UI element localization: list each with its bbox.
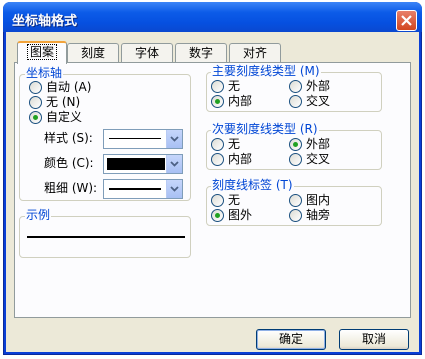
- minor-tick-cross-radio[interactable]: [289, 153, 302, 166]
- axis-custom-label[interactable]: 自定义: [46, 110, 82, 124]
- style-dropdown-arrow[interactable]: [166, 130, 182, 148]
- tick-labels-outside-radio[interactable]: [211, 209, 224, 222]
- major-tick-inside-label[interactable]: 内部: [228, 94, 252, 108]
- minor-tick-outside-radio[interactable]: [289, 138, 302, 151]
- dialog-title: 坐标轴格式: [12, 14, 78, 29]
- axis-custom-radio[interactable]: [29, 111, 42, 124]
- sample-group-title: 示例: [25, 208, 52, 222]
- tick-labels-title: 刻度线标签 (T): [211, 178, 294, 192]
- tick-labels-inside-label[interactable]: 图内: [306, 193, 330, 207]
- tick-labels-inside-radio[interactable]: [289, 194, 302, 207]
- chevron-down-icon: [170, 161, 179, 167]
- minor-tick-cross-label[interactable]: 交叉: [306, 152, 330, 166]
- axis-none-label[interactable]: 无 (N): [46, 95, 80, 109]
- major-tick-none-radio[interactable]: [211, 80, 224, 93]
- axis-group-title: 坐标轴: [25, 66, 64, 80]
- tab-label: 对齐: [242, 46, 267, 60]
- minor-tick-outside-label[interactable]: 外部: [306, 137, 330, 151]
- major-tick-outside-label[interactable]: 外部: [306, 79, 330, 93]
- color-label: 颜色 (C):: [44, 156, 94, 170]
- style-dropdown[interactable]: [103, 129, 183, 149]
- close-button[interactable]: [396, 10, 417, 31]
- tick-labels-nextto-radio[interactable]: [289, 209, 302, 222]
- minor-tick-title: 次要刻度线类型 (R): [211, 122, 319, 136]
- major-tick-outside-radio[interactable]: [289, 80, 302, 93]
- tab-scale[interactable]: 刻度: [67, 43, 119, 63]
- tab-patterns[interactable]: 图案: [17, 41, 67, 64]
- tab-label: 刻度: [80, 46, 105, 60]
- axis-auto-label[interactable]: 自动 (A): [46, 80, 91, 94]
- major-tick-inside-radio[interactable]: [211, 95, 224, 108]
- minor-tick-inside-label[interactable]: 内部: [228, 152, 252, 166]
- sample-line: [27, 236, 185, 238]
- tab-font[interactable]: 字体: [121, 43, 173, 63]
- tick-labels-outside-label[interactable]: 图外: [228, 208, 252, 222]
- chevron-down-icon: [170, 136, 179, 142]
- minor-tick-none-label[interactable]: 无: [228, 137, 240, 151]
- tick-labels-none-label[interactable]: 无: [228, 193, 240, 207]
- color-dropdown-arrow[interactable]: [166, 155, 182, 173]
- minor-tick-inside-radio[interactable]: [211, 153, 224, 166]
- axis-none-radio[interactable]: [29, 96, 42, 109]
- tab-label: 图案: [26, 44, 58, 60]
- major-tick-title: 主要刻度线类型 (M): [211, 64, 321, 78]
- tab-number[interactable]: 数字: [175, 43, 227, 63]
- weight-dropdown[interactable]: [103, 179, 183, 199]
- minor-tick-none-radio[interactable]: [211, 138, 224, 151]
- line-weight-sample: [109, 188, 161, 190]
- major-tick-cross-label[interactable]: 交叉: [306, 94, 330, 108]
- major-tick-none-label[interactable]: 无: [228, 79, 240, 93]
- line-style-sample: [109, 138, 161, 139]
- cancel-button[interactable]: 取消: [339, 329, 409, 350]
- tab-label: 字体: [134, 46, 159, 60]
- tab-label: 数字: [188, 46, 213, 60]
- weight-dropdown-arrow[interactable]: [166, 180, 182, 198]
- weight-label: 粗细 (W):: [44, 181, 98, 195]
- major-tick-cross-radio[interactable]: [289, 95, 302, 108]
- tick-labels-nextto-label[interactable]: 轴旁: [306, 208, 330, 222]
- ok-button[interactable]: 确定: [256, 329, 326, 350]
- close-icon: [401, 15, 412, 26]
- tick-labels-none-radio[interactable]: [211, 194, 224, 207]
- style-label: 样式 (S):: [44, 131, 93, 145]
- color-swatch: [107, 158, 165, 170]
- axis-auto-radio[interactable]: [29, 81, 42, 94]
- tab-alignment[interactable]: 对齐: [229, 43, 281, 63]
- color-dropdown[interactable]: [103, 154, 183, 174]
- chevron-down-icon: [170, 186, 179, 192]
